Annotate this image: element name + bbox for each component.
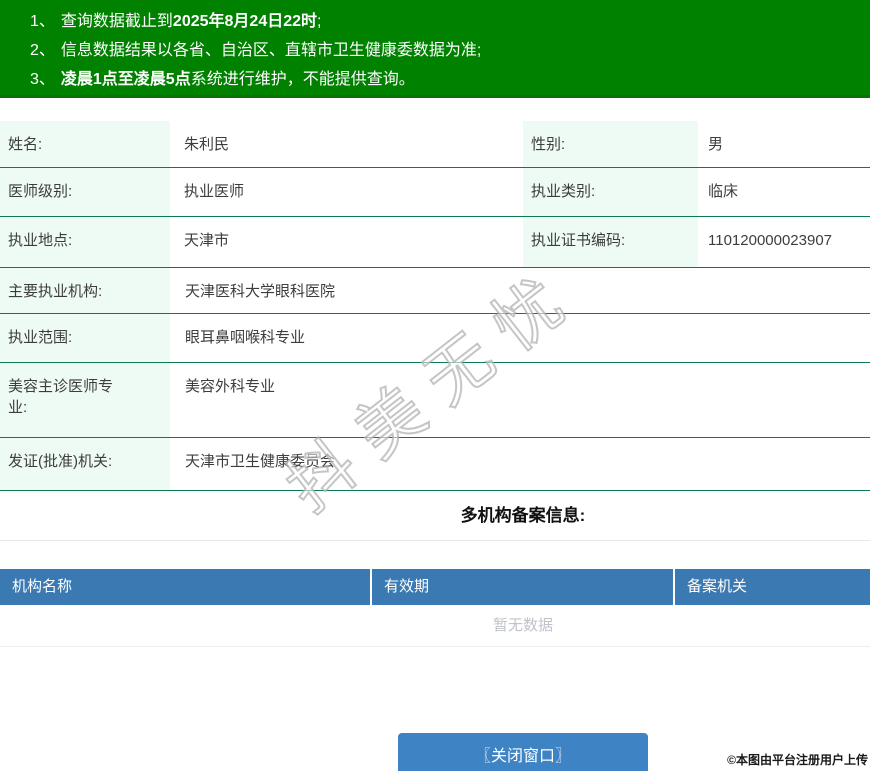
practice-category-value: 临床: [708, 183, 739, 200]
table-row: 姓名: 朱利民 性别: 男: [0, 121, 870, 168]
main-institution-label: 主要执业机构:: [0, 268, 170, 313]
validity-column-header: 有效期: [372, 569, 675, 605]
practice-location-label: 执业地点:: [0, 217, 170, 267]
gender-label: 性别:: [523, 121, 698, 167]
table-row: 执业地点: 天津市 执业证书编码: 110120000023907: [0, 217, 870, 268]
practitioner-info-table: 姓名: 朱利民 性别: 男 医师级别: 执业医师 执业类别: 临床 执业地点: …: [0, 121, 870, 491]
table-row: 美容主诊医师专业: 美容外科专业: [0, 363, 870, 438]
notice-banner: 1、 查询数据截止到2025年8月24日22时; 2、 信息数据结果以各省、自治区、…: [0, 0, 870, 98]
cosmetic-specialty-label: 美容主诊医师专业:: [0, 363, 170, 437]
org-name-column-header: 机构名称: [0, 569, 372, 605]
cosmetic-specialty-value: 美容外科专业: [185, 378, 276, 395]
table-row: 执业范围: 眼耳鼻咽喉科专业: [0, 314, 870, 363]
table-row: 发证(批准)机关: 天津市卫生健康委员会: [0, 438, 870, 491]
name-value: 朱利民: [184, 136, 230, 153]
empty-data-placeholder: 暂无数据: [0, 605, 870, 647]
practice-scope-label: 执业范围:: [0, 314, 170, 362]
certificate-number-value: 110120000023907: [708, 232, 833, 249]
practice-scope-value: 眼耳鼻咽喉科专业: [185, 329, 306, 346]
filing-authority-column-header: 备案机关: [687, 578, 748, 595]
issuing-authority-label: 发证(批准)机关:: [0, 438, 170, 490]
notice-line: 3、 凌晨1点至凌晨5点系统进行维护，不能提供查询。: [30, 71, 415, 88]
doctor-level-value: 执业医师: [184, 183, 245, 200]
name-label: 姓名:: [0, 121, 170, 167]
main-institution-value: 天津医科大学眼科医院: [185, 283, 336, 300]
notice-line: 2、 信息数据结果以各省、自治区、直辖市卫生健康委数据为准;: [30, 42, 482, 59]
doctor-level-label: 医师级别:: [0, 168, 170, 216]
org-table-header: 机构名称 有效期 备案机关: [0, 569, 870, 605]
multi-org-section-title: 多机构备案信息:: [460, 506, 586, 525]
notice-line: 1、 查询数据截止到2025年8月24日22时;: [30, 13, 322, 30]
practice-category-label: 执业类别:: [523, 168, 698, 216]
close-window-button[interactable]: 〖关闭窗口〗: [398, 733, 648, 771]
practice-location-value: 天津市: [184, 232, 230, 249]
gender-value: 男: [708, 136, 724, 153]
divider: [0, 540, 870, 541]
table-row: 主要执业机构: 天津医科大学眼科医院: [0, 268, 870, 314]
query-result-window: 1、 查询数据截止到2025年8月24日22时; 2、 信息数据结果以各省、自治区、…: [0, 0, 870, 771]
table-row: 医师级别: 执业医师 执业类别: 临床: [0, 168, 870, 217]
issuing-authority-value: 天津市卫生健康委员会: [185, 453, 336, 470]
certificate-number-label: 执业证书编码:: [523, 217, 698, 267]
